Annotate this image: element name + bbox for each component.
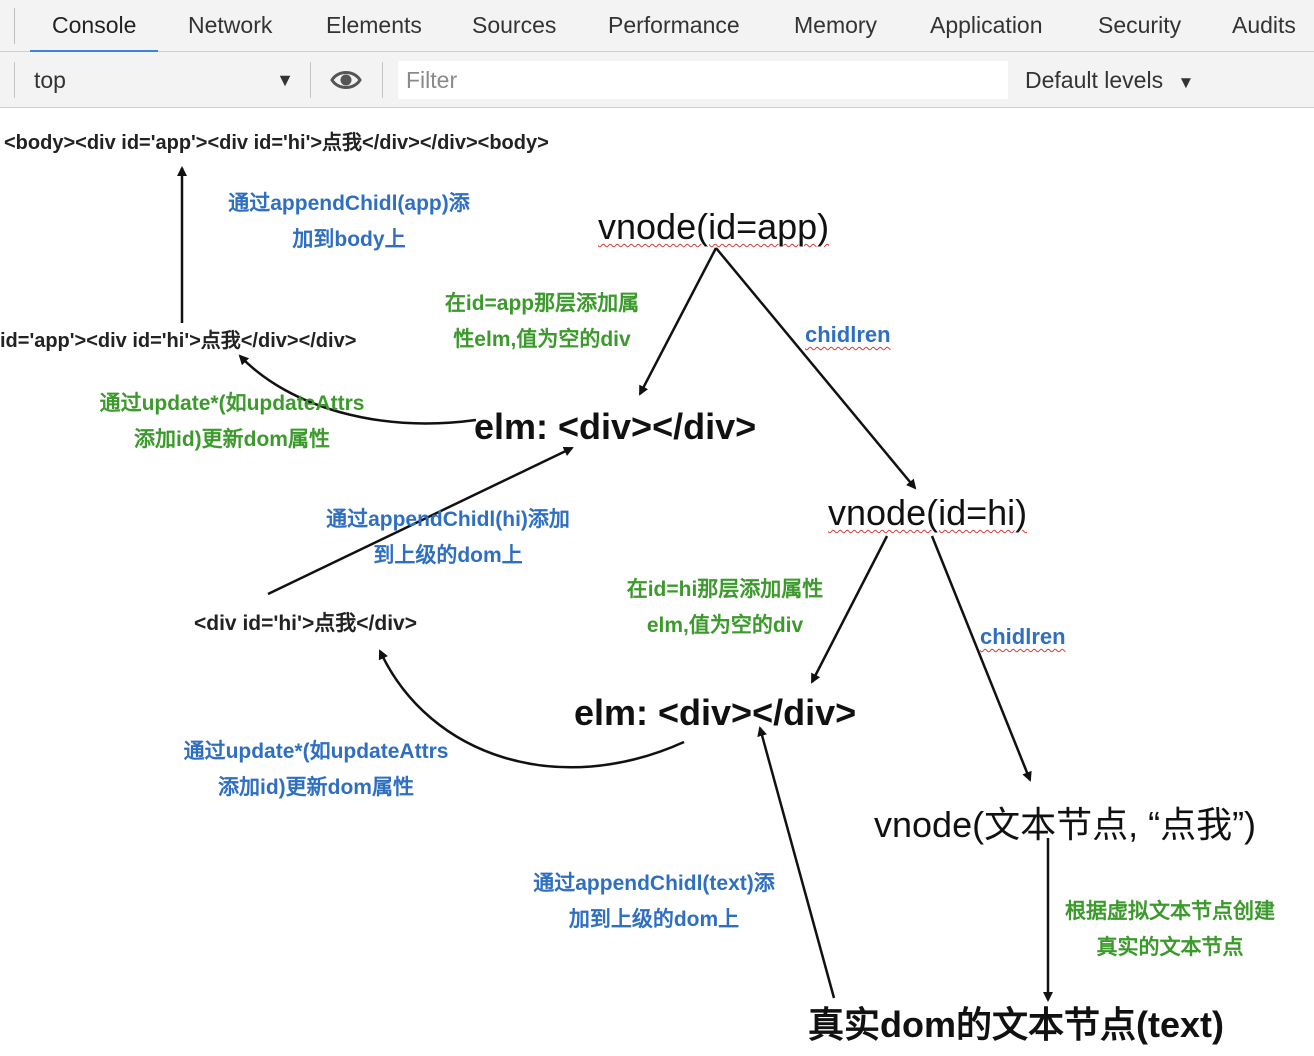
elm-hi: elm: <div></div> xyxy=(574,692,857,733)
arrow-vnode-app-to-hi xyxy=(715,247,917,490)
tabbar-divider xyxy=(14,8,15,44)
tab-performance[interactable]: Performance xyxy=(608,0,740,52)
vnode-hi-label: vnode(id=hi) xyxy=(828,492,1028,533)
tab-memory[interactable]: Memory xyxy=(794,0,877,52)
real-text-node: 真实dom的文本节点(text) xyxy=(808,1004,1224,1045)
devtools-tab-bar: Console Network Elements Sources Perform… xyxy=(0,0,1314,53)
arrow-text-to-elm-hi xyxy=(757,726,836,999)
levels-label: Default levels xyxy=(1025,67,1164,93)
arrow-vnode-hi-to-text xyxy=(930,535,1032,782)
dropdown-arrow-icon: ▼ xyxy=(276,70,294,90)
vnode-app: vnode(id=app) xyxy=(598,206,829,248)
note-elm-app: 在id=app那层添加属 性elm,值为空的div xyxy=(444,292,640,351)
note-append-app: 通过appendChidl(app)添 加到body上 xyxy=(228,192,470,251)
children-label: chidlren xyxy=(805,322,891,347)
default-levels-dropdown[interactable]: Default levels ▼ xyxy=(1025,62,1194,98)
tab-security[interactable]: Security xyxy=(1098,0,1181,52)
console-output-diagram: <body><div id='app'><div id='hi'>点我</div… xyxy=(0,108,1314,1056)
elm-app: elm: <div></div> xyxy=(474,406,757,447)
console-toolbar: top ▼ Default levels ▼ xyxy=(0,52,1314,108)
tab-sources[interactable]: Sources xyxy=(472,0,556,52)
note-create-text: 根据虚拟文本节点创建 真实的文本节点 xyxy=(1065,900,1275,959)
vnode-text: vnode(文本节点, “点我”) xyxy=(874,804,1257,845)
toolbar-divider xyxy=(310,62,311,98)
note-update-app: 通过update*(如updateAttrs 添加id)更新dom属性 xyxy=(99,392,365,451)
context-selector[interactable]: top ▼ xyxy=(34,62,294,98)
vnode-app-label: vnode(id=app) xyxy=(598,206,830,247)
toolbar-divider xyxy=(14,62,15,98)
children-label: chidlren xyxy=(980,624,1066,649)
tab-application[interactable]: Application xyxy=(930,0,1043,52)
note-elm-hi: 在id=hi那层添加属性 elm,值为空的div xyxy=(626,578,824,637)
tab-elements[interactable]: Elements xyxy=(326,0,422,52)
tab-network[interactable]: Network xyxy=(188,0,272,52)
dropdown-arrow-icon: ▼ xyxy=(1177,73,1195,92)
vnode-hi: vnode(id=hi) xyxy=(828,492,1027,534)
note-append-hi: 通过appendChidl(hi)添加 到上级的dom上 xyxy=(326,508,570,567)
context-value: top xyxy=(34,67,66,93)
hi-html-text: <div id='hi'>点我</div> xyxy=(194,612,417,635)
body-html-text: <body><div id='app'><div id='hi'>点我</div… xyxy=(4,132,549,154)
toolbar-divider xyxy=(382,62,383,98)
filter-input[interactable] xyxy=(398,61,1008,99)
note-update-hi: 通过update*(如updateAttrs 添加id)更新dom属性 xyxy=(183,740,449,799)
eye-icon[interactable] xyxy=(330,66,362,94)
app-html-text: id='app'><div id='hi'>点我</div></div> xyxy=(0,330,357,352)
tab-console[interactable]: Console xyxy=(29,0,159,53)
note-append-text: 通过appendChidl(text)添 加到上级的dom上 xyxy=(533,872,775,931)
tab-audits[interactable]: Audits xyxy=(1232,0,1296,52)
